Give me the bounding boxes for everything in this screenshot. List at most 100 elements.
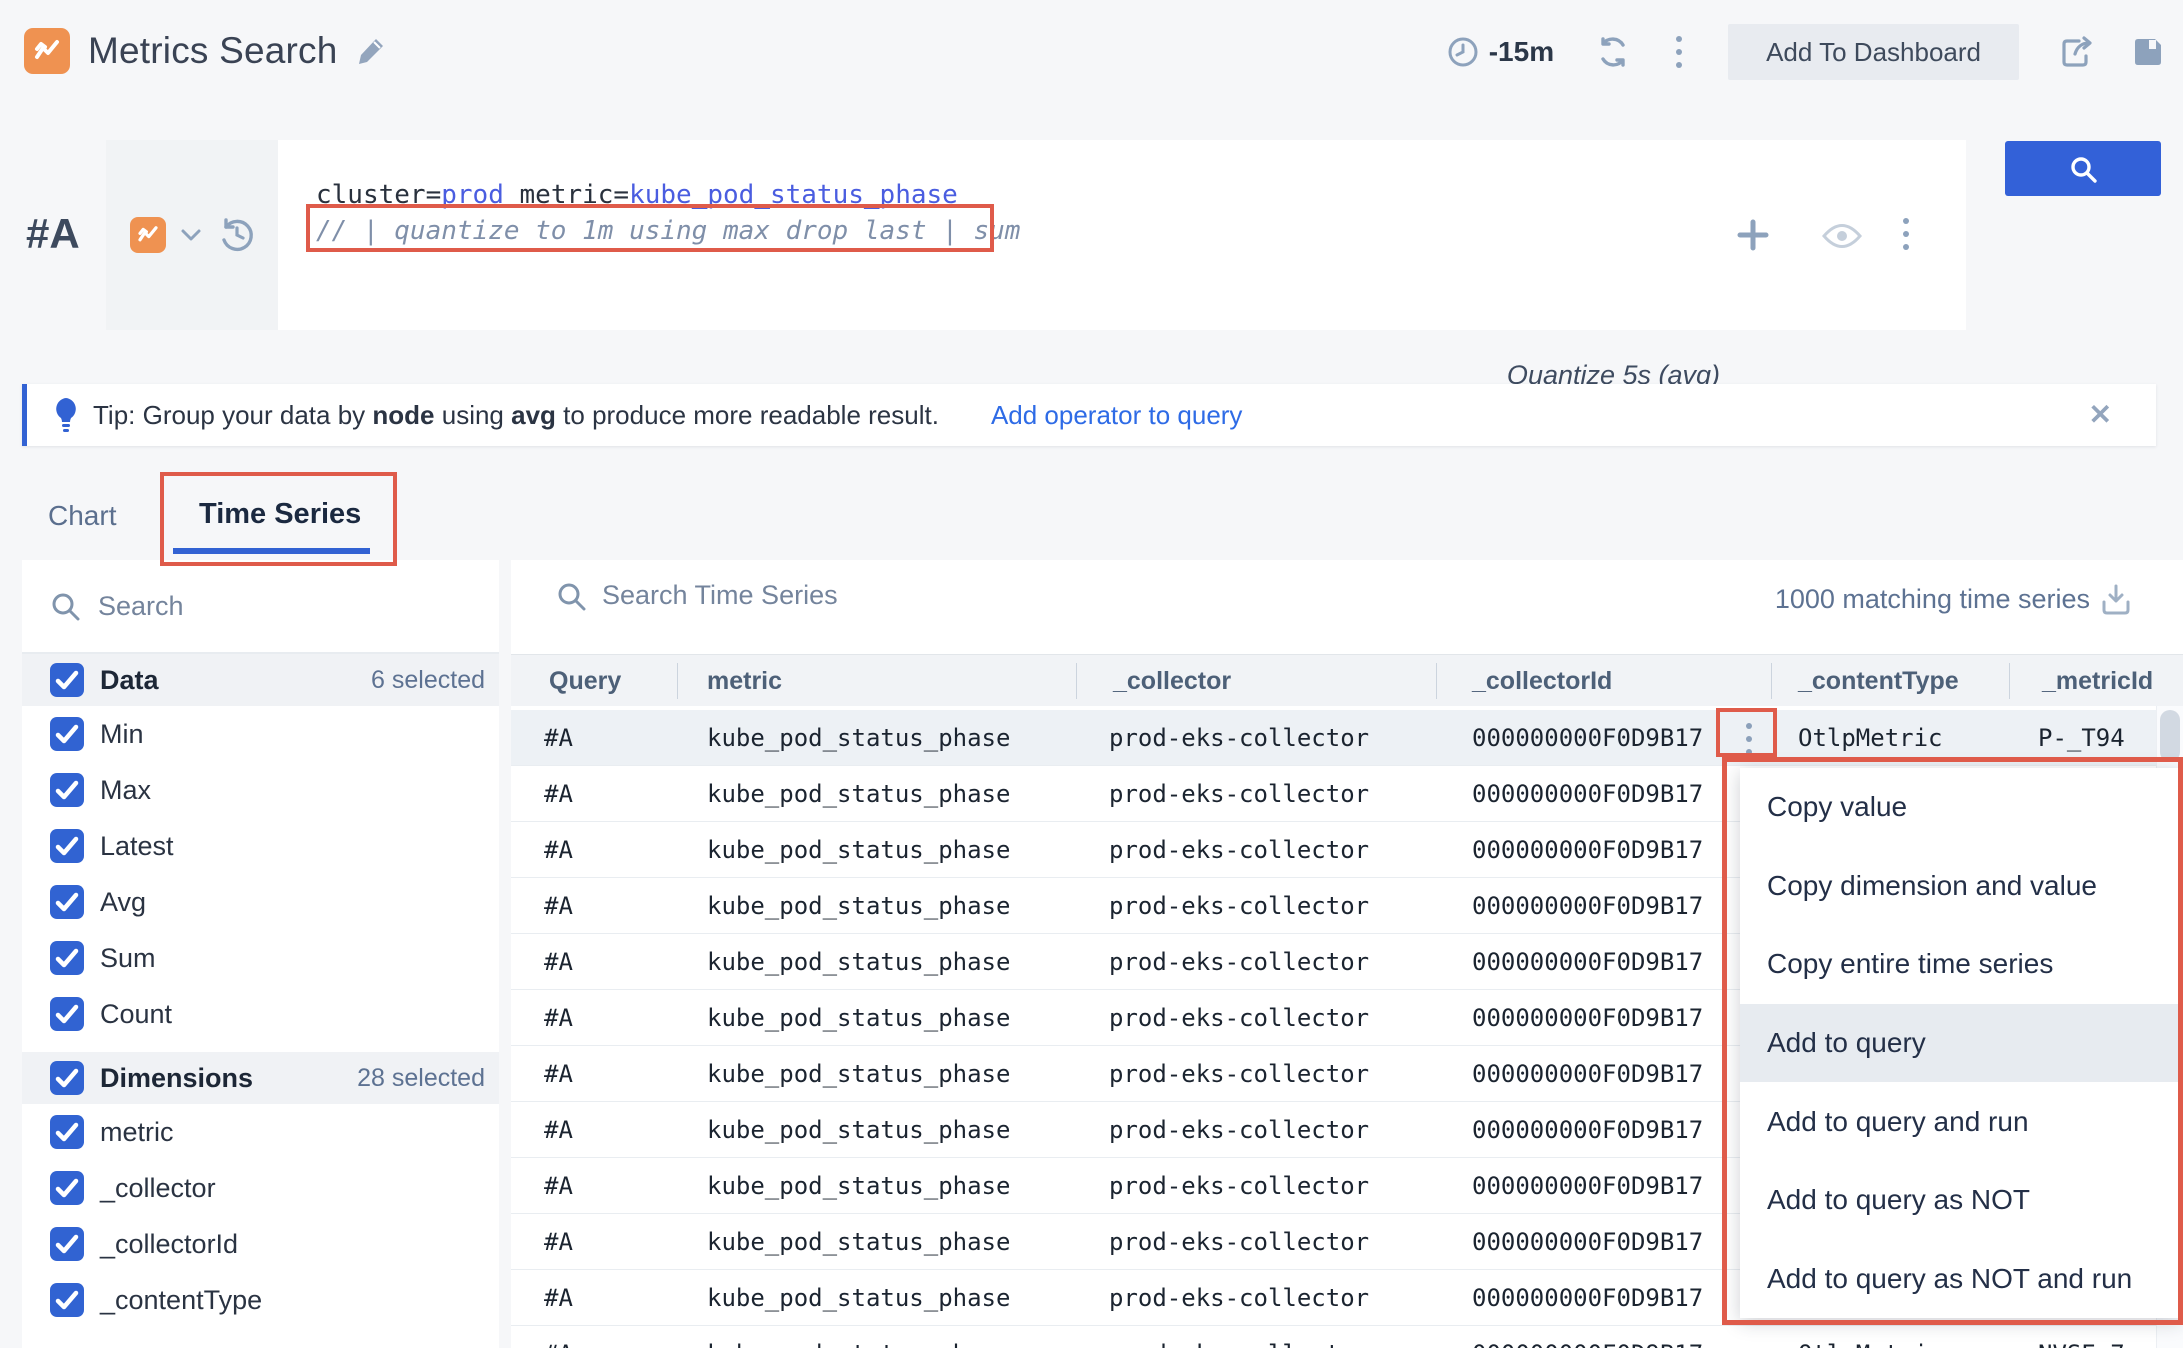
facet-group-header[interactable]: Dimensions28 selected xyxy=(22,1052,499,1104)
cell-query[interactable]: #A xyxy=(544,1214,573,1270)
cell-query[interactable]: #A xyxy=(544,1102,573,1158)
time-series-search[interactable] xyxy=(556,580,1022,611)
column-header[interactable]: _metricId xyxy=(2042,655,2153,707)
table-row[interactable]: #A kube_pod_status_phase prod-eks-collecto… xyxy=(511,1326,2156,1348)
add-operator-link[interactable]: Add operator to query xyxy=(991,400,1243,431)
save-icon[interactable] xyxy=(2131,35,2165,69)
facet-item[interactable]: Sum xyxy=(22,930,499,986)
facet-search[interactable] xyxy=(22,560,499,654)
refresh-icon[interactable] xyxy=(1596,35,1630,69)
cell-collector[interactable]: prod-eks-collector xyxy=(1109,934,1369,990)
cell-collector[interactable]: prod-eks-collector xyxy=(1109,1326,1369,1348)
checkbox-checked[interactable] xyxy=(50,941,84,975)
cell-query[interactable]: #A xyxy=(544,1326,573,1348)
context-menu-item[interactable]: Copy dimension and value xyxy=(1740,847,2181,926)
cell-collectorId[interactable]: 000000000F0D9B17 xyxy=(1472,710,1703,766)
cell-collectorId[interactable]: 000000000F0D9B17 xyxy=(1472,1326,1703,1348)
checkbox-checked[interactable] xyxy=(50,1283,84,1317)
cell-query[interactable]: #A xyxy=(544,878,573,934)
cell-metric[interactable]: kube_pod_status_phase xyxy=(707,766,1010,822)
cell-metric[interactable]: kube_pod_status_phase xyxy=(707,1158,1010,1214)
cell-contentType[interactable]: OtlpMetric xyxy=(1798,710,1943,766)
cell-metricId[interactable]: P-_T94 xyxy=(2038,710,2125,766)
facet-search-input[interactable] xyxy=(98,591,398,622)
cell-collectorId[interactable]: 000000000F0D9B17 xyxy=(1472,1102,1703,1158)
cell-metric[interactable]: kube_pod_status_phase xyxy=(707,1326,1010,1348)
cell-collector[interactable]: prod-eks-collector xyxy=(1109,1046,1369,1102)
cell-query[interactable]: #A xyxy=(544,766,573,822)
facet-item[interactable]: Avg xyxy=(22,874,499,930)
cell-metric[interactable]: kube_pod_status_phase xyxy=(707,710,1010,766)
metrics-query-icon[interactable] xyxy=(130,217,166,253)
cell-collectorId[interactable]: 000000000F0D9B17 xyxy=(1472,990,1703,1046)
cell-collector[interactable]: prod-eks-collector xyxy=(1109,822,1369,878)
query-history-icon[interactable] xyxy=(218,216,256,254)
checkbox-checked[interactable] xyxy=(50,1061,84,1095)
context-menu-item[interactable]: Copy entire time series xyxy=(1740,925,2181,1004)
column-header[interactable]: _collector xyxy=(1113,655,1231,707)
cell-collector[interactable]: prod-eks-collector xyxy=(1109,1214,1369,1270)
cell-collectorId[interactable]: 000000000F0D9B17 xyxy=(1472,1158,1703,1214)
cell-collector[interactable]: prod-eks-collector xyxy=(1109,766,1369,822)
column-header[interactable]: _collectorId xyxy=(1472,655,1612,707)
column-header[interactable]: _contentType xyxy=(1798,655,1959,707)
scrollbar-thumb[interactable] xyxy=(2160,710,2180,762)
checkbox-checked[interactable] xyxy=(50,1227,84,1261)
cell-metric[interactable]: kube_pod_status_phase xyxy=(707,822,1010,878)
facet-item[interactable]: Min xyxy=(22,706,499,762)
checkbox-checked[interactable] xyxy=(50,997,84,1031)
cell-query[interactable]: #A xyxy=(544,710,573,766)
query-line1[interactable]: cluster=prod metric=kube_pod_status_phas… xyxy=(316,180,958,210)
facet-item[interactable]: Latest xyxy=(22,818,499,874)
cell-collector[interactable]: prod-eks-collector xyxy=(1109,1158,1369,1214)
cell-metricId[interactable]: NVSE_7 xyxy=(2038,1326,2125,1348)
cell-metric[interactable]: kube_pod_status_phase xyxy=(707,878,1010,934)
cell-query[interactable]: #A xyxy=(544,934,573,990)
checkbox-checked[interactable] xyxy=(50,663,84,697)
facet-item[interactable]: metric xyxy=(22,1104,499,1160)
cell-collectorId[interactable]: 000000000F0D9B17 xyxy=(1472,1046,1703,1102)
run-search-button[interactable] xyxy=(2005,141,2161,196)
cell-metric[interactable]: kube_pod_status_phase xyxy=(707,1270,1010,1326)
cell-query[interactable]: #A xyxy=(544,990,573,1046)
time-range-icon[interactable] xyxy=(1447,36,1479,68)
table-row[interactable]: #A kube_pod_status_phase prod-eks-collecto… xyxy=(511,710,2156,766)
facet-group-header[interactable]: Data6 selected xyxy=(22,654,499,706)
cell-collectorId[interactable]: 000000000F0D9B17 xyxy=(1472,766,1703,822)
cell-metric[interactable]: kube_pod_status_phase xyxy=(707,1046,1010,1102)
cell-collector[interactable]: prod-eks-collector xyxy=(1109,1270,1369,1326)
query-row-more-icon[interactable] xyxy=(1903,218,1909,250)
share-icon[interactable] xyxy=(2059,34,2095,70)
checkbox-checked[interactable] xyxy=(50,773,84,807)
cell-metric[interactable]: kube_pod_status_phase xyxy=(707,1214,1010,1270)
context-menu-item[interactable]: Add to query xyxy=(1740,1004,2181,1083)
cell-collectorId[interactable]: 000000000F0D9B17 xyxy=(1472,934,1703,990)
checkbox-checked[interactable] xyxy=(50,829,84,863)
query-line2-comment[interactable]: // | quantize to 1m using max drop last … xyxy=(316,216,1020,246)
facet-item[interactable]: _collectorId xyxy=(22,1216,499,1272)
cell-collector[interactable]: prod-eks-collector xyxy=(1109,990,1369,1046)
cell-metric[interactable]: kube_pod_status_phase xyxy=(707,990,1010,1046)
cell-collectorId[interactable]: 000000000F0D9B17 xyxy=(1472,822,1703,878)
cell-query[interactable]: #A xyxy=(544,1046,573,1102)
checkbox-checked[interactable] xyxy=(50,1171,84,1205)
facet-item[interactable]: _contentType xyxy=(22,1272,499,1328)
download-icon[interactable] xyxy=(2101,584,2131,616)
column-header[interactable]: metric xyxy=(707,655,782,707)
checkbox-checked[interactable] xyxy=(50,717,84,751)
eye-icon[interactable] xyxy=(1822,223,1862,249)
cell-collector[interactable]: prod-eks-collector xyxy=(1109,878,1369,934)
cell-metric[interactable]: kube_pod_status_phase xyxy=(707,1102,1010,1158)
cell-collectorId[interactable]: 000000000F0D9B17 xyxy=(1472,1270,1703,1326)
add-query-row-icon[interactable] xyxy=(1736,218,1770,252)
context-menu-item[interactable]: Add to query as NOT xyxy=(1740,1161,2181,1240)
row-kebab-icon[interactable] xyxy=(1746,723,1752,755)
cell-collector[interactable]: prod-eks-collector xyxy=(1109,710,1369,766)
context-menu-item[interactable]: Add to query as NOT and run xyxy=(1740,1239,2181,1318)
cell-collector[interactable]: prod-eks-collector xyxy=(1109,1102,1369,1158)
edit-title-icon[interactable] xyxy=(356,36,386,66)
cell-query[interactable]: #A xyxy=(544,1158,573,1214)
facet-item[interactable]: _collector xyxy=(22,1160,499,1216)
checkbox-checked[interactable] xyxy=(50,885,84,919)
column-header[interactable]: Query xyxy=(549,655,621,707)
